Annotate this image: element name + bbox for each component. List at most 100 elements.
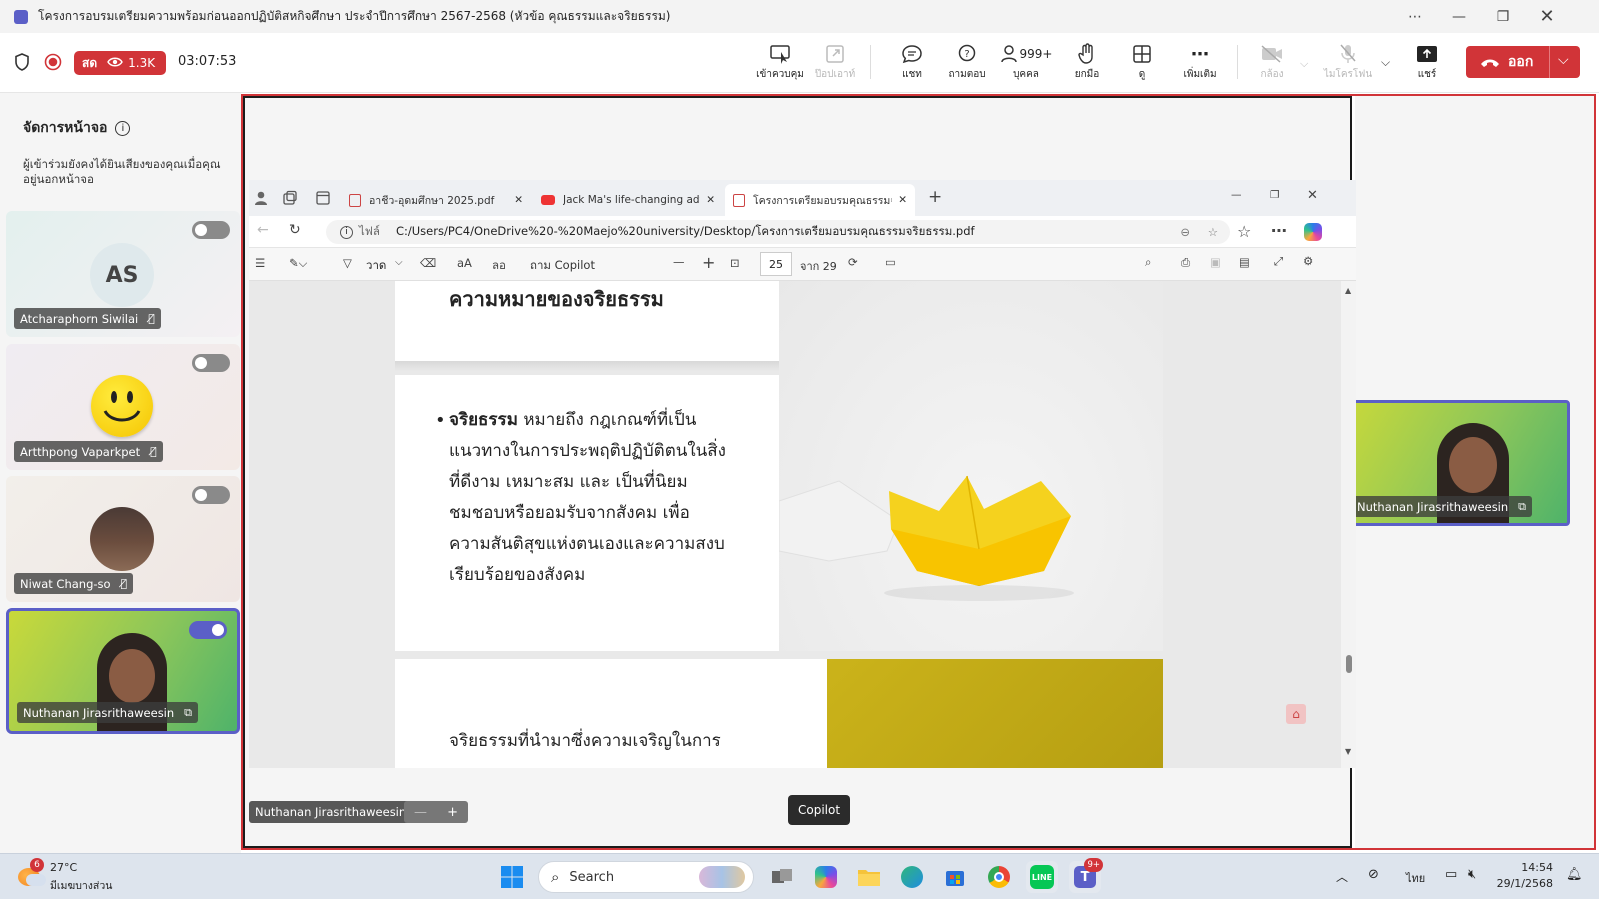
tab-actions-icon[interactable] — [315, 190, 331, 209]
shield-icon[interactable] — [14, 53, 30, 75]
store-icon[interactable] — [939, 861, 971, 893]
share-button[interactable]: แชร์ — [1397, 41, 1457, 89]
line-app-icon[interactable]: LINE — [1026, 861, 1058, 893]
participant-tile[interactable]: AS Atcharaphorn Siwilai 🎙̸ — [6, 211, 240, 337]
participant-tile[interactable]: Artthpong Vaparkpet 🎙̸ — [6, 344, 240, 470]
pdf-scrollbar[interactable]: ▲ ▼ — [1341, 281, 1356, 768]
browser-tab[interactable]: อาชีว-อุดมศึกษา 2025.pdf ✕ — [341, 184, 531, 216]
participant-tile-active[interactable]: Nuthanan Jirasrithaweesin ⧉ — [6, 608, 240, 734]
presenter-video-tile[interactable]: Nuthanan Jirasrithaweesin ⧉ — [1342, 400, 1570, 526]
popout-button[interactable]: ป๊อปเอาท์ — [805, 41, 865, 89]
scroll-down-icon[interactable]: ▼ — [1345, 747, 1351, 756]
browser-minimize-button[interactable]: — — [1231, 189, 1242, 201]
tab-close-icon[interactable]: ✕ — [514, 194, 523, 206]
teams-app-icon[interactable]: T 9+ — [1069, 858, 1103, 893]
favorites-icon[interactable]: ☆ — [1237, 222, 1251, 241]
close-button[interactable]: ✕ — [1525, 0, 1569, 33]
task-view-icon[interactable] — [766, 861, 798, 893]
participant-toggle[interactable] — [192, 221, 230, 239]
display-icon[interactable]: ▭ — [1445, 867, 1457, 882]
draw-dropdown-icon[interactable]: ⌵ — [395, 257, 403, 268]
leave-dropdown-icon[interactable]: ⌵ — [1558, 52, 1569, 68]
tray-chevron-icon[interactable]: ︿ — [1336, 868, 1348, 885]
browser-tab-active[interactable]: โครงการเตรียมอบรมคุณธรรมจริยธรร ✕ — [725, 184, 915, 216]
start-button[interactable] — [496, 861, 528, 893]
volume-muted-icon[interactable]: 🔇︎ — [1468, 867, 1476, 882]
pdf-settings-icon[interactable]: ⚙ — [1303, 254, 1313, 268]
more-options-icon[interactable]: ⋯ — [1393, 0, 1437, 33]
minimize-button[interactable]: — — [1437, 0, 1481, 33]
browser-menu-icon[interactable]: ⋯ — [1271, 221, 1287, 240]
taskbar-search[interactable]: ⌕ Search — [538, 861, 754, 893]
chrome-icon[interactable] — [983, 861, 1015, 893]
draw-label[interactable]: วาด — [366, 257, 386, 275]
fullscreen-icon[interactable]: ⤢ — [1274, 254, 1283, 269]
url-field[interactable]: i ไฟล์ C:/Users/PC4/OneDrive%20-%20Maejo… — [326, 220, 1230, 244]
new-tab-icon[interactable]: + — [928, 187, 942, 207]
highlight-icon[interactable]: ✎⌵ — [289, 256, 307, 271]
fit-page-icon[interactable]: ⊡ — [730, 256, 740, 270]
copilot-icon[interactable] — [1304, 223, 1322, 241]
eraser-icon[interactable]: ⌫ — [420, 256, 436, 270]
leave-button[interactable]: ออก ⌵ — [1466, 46, 1580, 78]
site-info-icon[interactable]: i — [340, 225, 353, 239]
language-indicator[interactable]: ไทย — [1406, 869, 1425, 887]
weather-widget[interactable]: 6 — [16, 858, 46, 890]
people-button[interactable]: 999+ บุคคล — [996, 41, 1056, 89]
tab-close-icon[interactable]: ✕ — [706, 194, 715, 206]
zoom-in-button[interactable]: + — [447, 805, 458, 820]
collections-icon[interactable] — [282, 190, 298, 209]
participant-tile[interactable]: Niwat Chang-so 🎙̸ — [6, 476, 240, 602]
edge-icon[interactable] — [896, 861, 928, 893]
browser-tab[interactable]: Jack Ma's life-changing advice fo ✕ — [533, 184, 723, 216]
zoom-icon[interactable]: ⊖ — [1180, 225, 1190, 239]
maximize-button[interactable]: ❐ — [1481, 0, 1525, 33]
next-slide-image — [827, 659, 1163, 768]
pdf-search-icon[interactable]: ⌕ — [1145, 255, 1151, 270]
profile-icon[interactable] — [253, 190, 269, 209]
chat-button[interactable]: แชท — [882, 41, 942, 89]
translate-icon[interactable]: ลอ — [492, 257, 506, 275]
clock-date[interactable]: 29/1/2568 — [1495, 877, 1553, 890]
network-off-icon[interactable]: ⊘ — [1368, 867, 1379, 882]
zoom-in-icon[interactable]: + — [702, 253, 715, 272]
tab-close-icon[interactable]: ✕ — [898, 194, 907, 206]
contents-icon[interactable]: ☰ — [255, 256, 265, 270]
print-icon[interactable]: ⎙ — [1181, 255, 1190, 270]
participant-toggle[interactable] — [192, 486, 230, 504]
mic-button[interactable]: ไมโครโฟน — [1318, 41, 1378, 89]
info-icon[interactable]: i — [115, 120, 131, 136]
back-icon[interactable]: ← — [257, 222, 269, 238]
participant-toggle[interactable] — [189, 621, 227, 639]
page-view-icon[interactable]: ▭ — [885, 255, 896, 269]
notification-bell-icon[interactable]: 🔔︎ — [1566, 867, 1583, 882]
copilot-app-icon[interactable] — [810, 861, 842, 893]
file-explorer-icon[interactable] — [853, 861, 885, 893]
clock-time[interactable]: 14:54 — [1503, 861, 1553, 874]
page-number-input[interactable]: 25 — [760, 252, 792, 276]
save-icon[interactable]: ▣ — [1210, 255, 1221, 269]
participant-toggle[interactable] — [192, 354, 230, 372]
zoom-out-icon[interactable]: — — [673, 255, 685, 269]
browser-restore-button[interactable]: ❐ — [1270, 189, 1279, 201]
avatar — [90, 507, 154, 571]
scroll-thumb[interactable] — [1346, 655, 1352, 673]
qa-button[interactable]: ? ถามตอบ — [937, 41, 997, 89]
view-button[interactable]: ดู — [1112, 41, 1172, 89]
ask-copilot-button[interactable]: ถาม Copilot — [530, 257, 595, 275]
zoom-out-button[interactable]: — — [414, 805, 427, 820]
draw-icon[interactable]: ▽ — [343, 256, 352, 270]
favorite-star-icon[interactable]: ☆ — [1208, 225, 1218, 239]
raise-hand-button[interactable]: ยกมือ — [1057, 41, 1117, 89]
camera-button[interactable]: กล้อง — [1242, 41, 1302, 89]
more-button[interactable]: ⋯ เพิ่มเติม — [1170, 41, 1230, 89]
refresh-icon[interactable]: ↻ — [289, 222, 301, 238]
mic-dropdown-icon[interactable]: ⌵ — [1381, 55, 1390, 70]
rotate-icon[interactable]: ⟳ — [848, 255, 858, 269]
browser-close-button[interactable]: ✕ — [1307, 188, 1318, 203]
take-control-button[interactable]: เข้าควบคุม — [750, 41, 810, 89]
camera-dropdown-icon[interactable]: ⌵ — [1300, 57, 1308, 71]
save-as-icon[interactable]: ▤ — [1239, 255, 1250, 269]
read-aloud-icon[interactable]: aA — [457, 256, 472, 270]
scroll-up-icon[interactable]: ▲ — [1345, 286, 1351, 295]
